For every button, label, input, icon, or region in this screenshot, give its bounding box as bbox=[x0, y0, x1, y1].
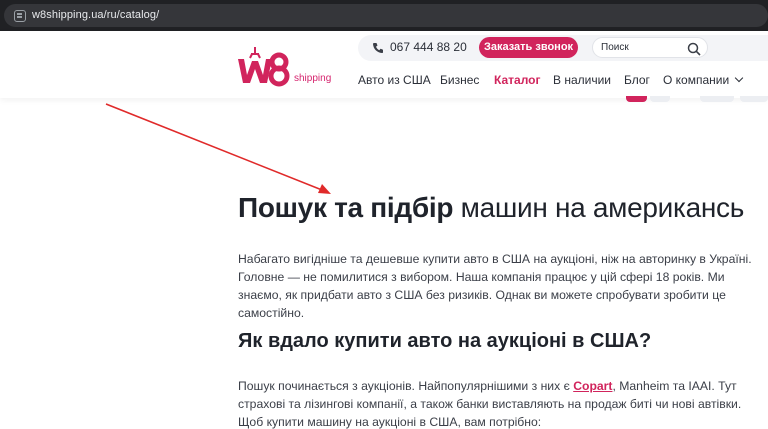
nav-item-in-stock[interactable]: В наличии bbox=[553, 73, 611, 87]
intro-paragraph: Набагато вигідніше та дешевше купити авт… bbox=[238, 252, 752, 320]
nav-item-catalog[interactable]: Каталог bbox=[494, 73, 541, 87]
paragraph-text-start: Пошук починається з аукціонів. Найпопуля… bbox=[238, 379, 574, 393]
nav-item-about[interactable]: О компании bbox=[663, 73, 744, 87]
site-logo[interactable]: shipping bbox=[236, 45, 336, 89]
page-title-bold: Пошук та підбір bbox=[238, 192, 454, 223]
nav-item-auto-usa[interactable]: Авто из США bbox=[358, 73, 431, 87]
page-title: Пошук та підбір машин на американсь bbox=[238, 192, 744, 224]
auction-paragraph: Пошук починається з аукціонів. Найпопуля… bbox=[238, 377, 758, 429]
browser-url-bar: w8shipping.ua/ru/catalog/ bbox=[0, 0, 768, 31]
phone-number[interactable]: 067 444 88 20 bbox=[390, 40, 467, 54]
chevron-down-icon bbox=[734, 73, 744, 83]
page: w8shipping.ua/ru/catalog/ shipping 067 4… bbox=[0, 0, 768, 429]
search-placeholder: Поиск bbox=[601, 42, 629, 53]
hidden-tab bbox=[700, 96, 734, 102]
hidden-tab bbox=[650, 96, 670, 102]
nav-item-about-label: О компании bbox=[663, 73, 730, 87]
logo-subtitle: shipping bbox=[294, 73, 332, 84]
nav-item-blog[interactable]: Блог bbox=[624, 73, 650, 87]
site-info-icon[interactable] bbox=[14, 10, 26, 22]
site-header: shipping 067 444 88 20 Заказать звонок П… bbox=[0, 31, 768, 98]
w8-logo-icon bbox=[238, 47, 290, 87]
phone-icon bbox=[373, 43, 383, 53]
contact-bar: 067 444 88 20 Заказать звонок Поиск bbox=[358, 35, 768, 61]
section-heading: Як вдало купити авто на аукціоні в США? bbox=[238, 330, 652, 352]
search-input[interactable]: Поиск bbox=[592, 37, 708, 58]
address-field[interactable]: w8shipping.ua/ru/catalog/ bbox=[4, 4, 768, 27]
url-text[interactable]: w8shipping.ua/ru/catalog/ bbox=[32, 9, 159, 21]
hidden-tab bbox=[740, 96, 768, 102]
call-request-button[interactable]: Заказать звонок bbox=[479, 37, 578, 58]
page-title-rest: машин на американсь bbox=[453, 192, 745, 223]
copart-link[interactable]: Copart bbox=[573, 379, 612, 393]
search-icon[interactable] bbox=[687, 42, 701, 56]
nav-item-business[interactable]: Бизнес bbox=[440, 73, 479, 87]
hidden-accent-tab bbox=[626, 96, 647, 102]
